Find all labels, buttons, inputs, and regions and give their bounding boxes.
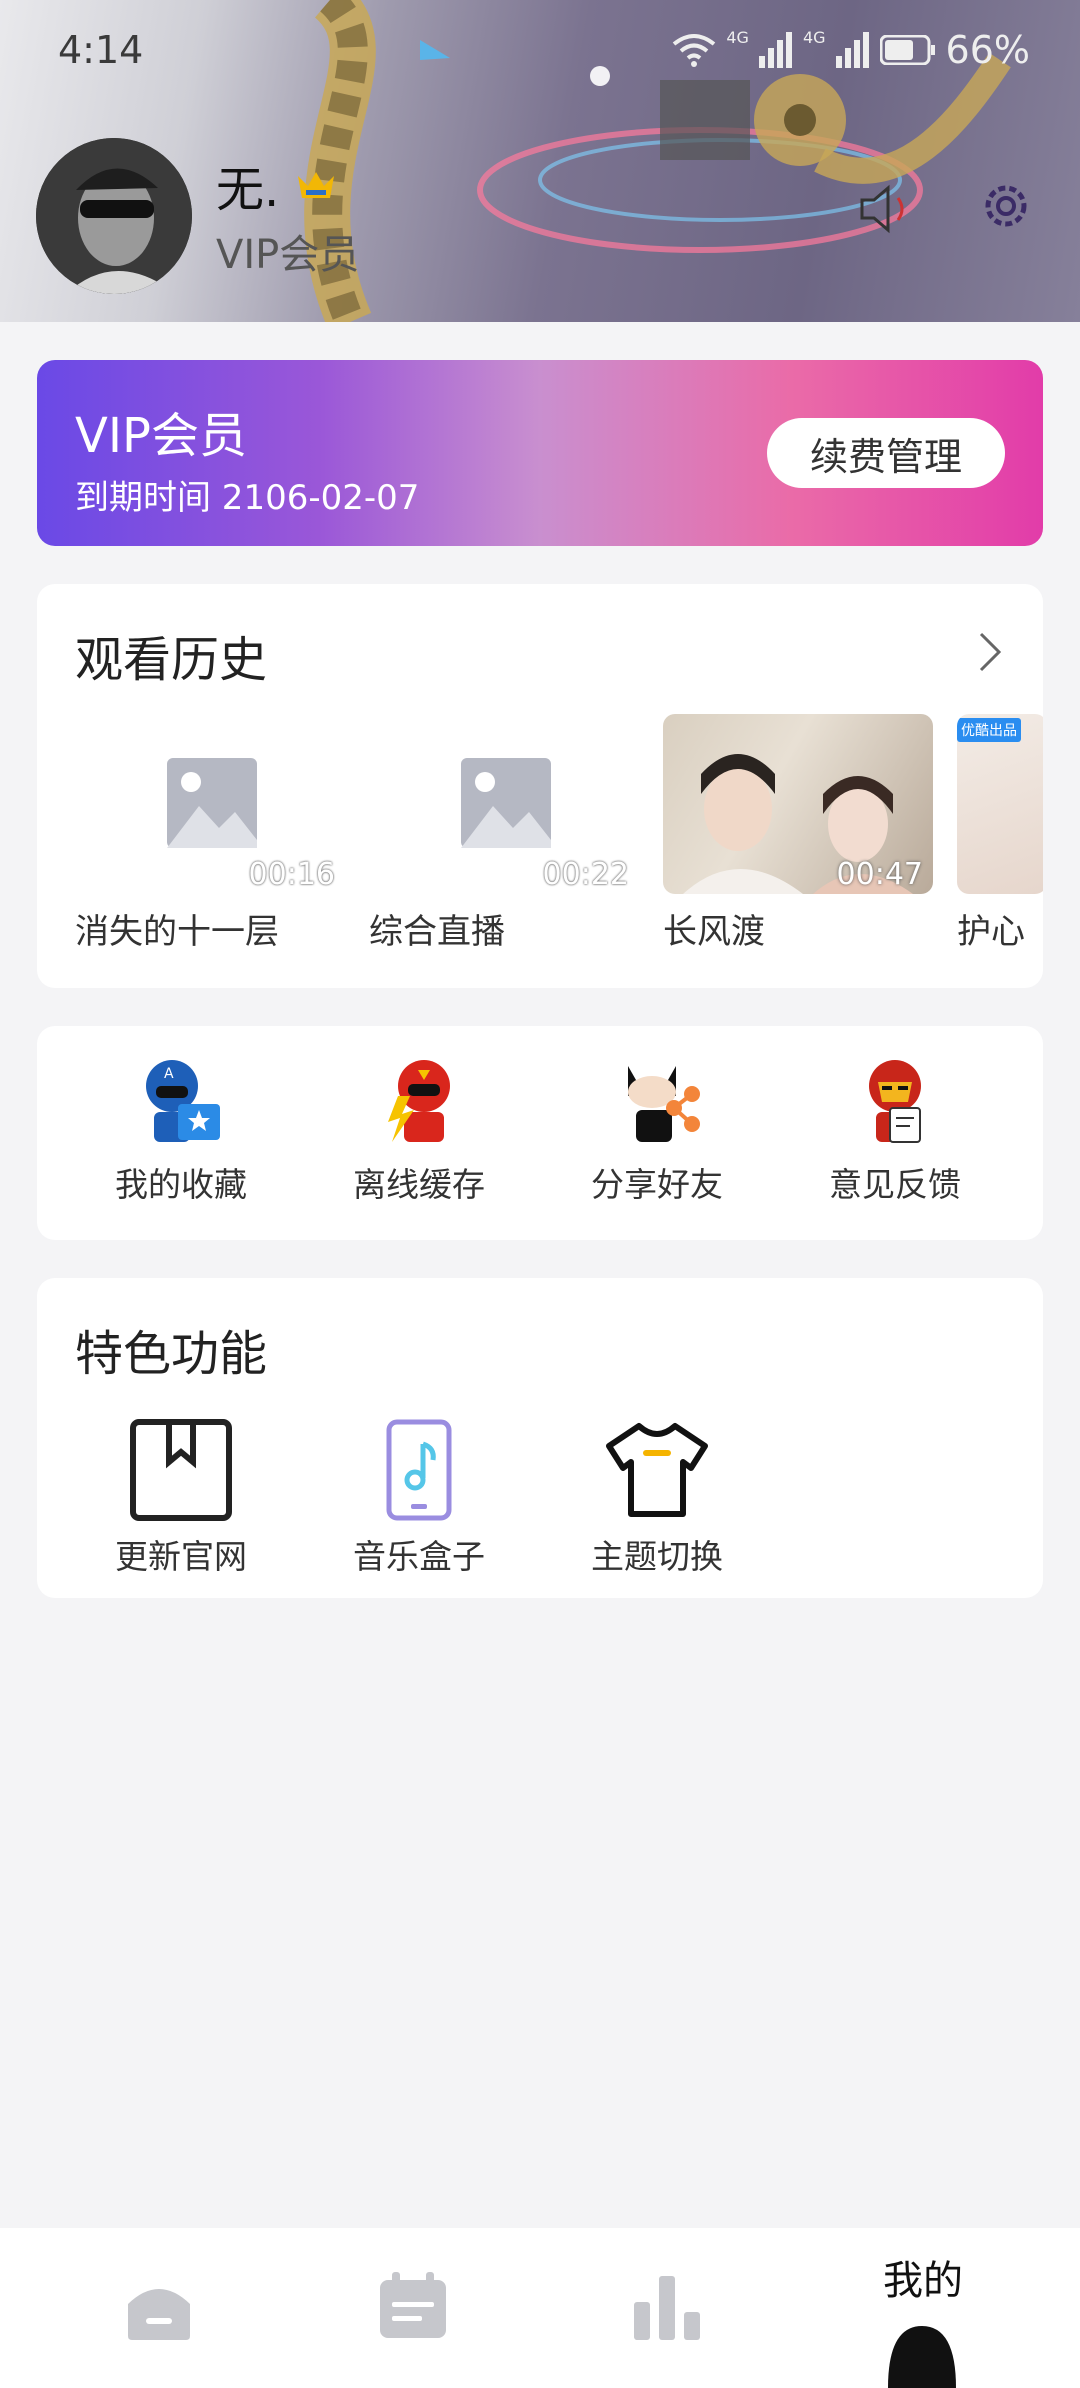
feature-label: 更新官网 xyxy=(115,1537,247,1576)
chart-icon xyxy=(634,2276,700,2340)
battery-icon xyxy=(879,35,935,65)
theme-switch-button[interactable]: 主题切换 xyxy=(557,1418,757,1578)
quick-action-label: 分享好友 xyxy=(591,1165,723,1204)
nav-mine[interactable]: 我的 xyxy=(788,2228,1058,2388)
history-thumbnail: 优酷出品 xyxy=(957,714,1043,894)
history-item-title: 长风渡 xyxy=(663,912,765,952)
phone-music-icon xyxy=(386,1419,452,1521)
features-title: 特色功能 xyxy=(75,1326,268,1382)
favorites-button[interactable]: A 我的收藏 xyxy=(81,1056,281,1206)
image-placeholder-icon xyxy=(167,758,257,848)
iron-man-icon xyxy=(869,1060,921,1143)
history-item[interactable]: 00:16 消失的十一层 xyxy=(75,714,360,953)
battery-percent: 66% xyxy=(945,28,1030,72)
history-item[interactable]: 优酷出品 护心 xyxy=(957,714,1043,953)
bottom-nav: 我的 xyxy=(0,2228,1080,2388)
history-duration: 00:16 xyxy=(248,857,335,892)
offline-cache-button[interactable]: 离线缓存 xyxy=(319,1056,519,1206)
network-type-2: 4G xyxy=(802,28,826,47)
share-hero-icon xyxy=(628,1066,700,1142)
feedback-button[interactable]: 意见反馈 xyxy=(795,1056,995,1206)
history-item-title: 综合直播 xyxy=(369,912,505,952)
history-item-title: 消失的十一层 xyxy=(75,912,279,952)
quick-action-label: 离线缓存 xyxy=(353,1165,485,1204)
nav-rankings[interactable] xyxy=(530,2228,800,2388)
update-website-button[interactable]: 更新官网 xyxy=(81,1418,281,1578)
history-duration: 00:22 xyxy=(542,857,629,892)
network-type-1: 4G xyxy=(726,28,749,47)
history-badge: 优酷出品 xyxy=(957,718,1021,742)
captain-america-icon: A xyxy=(146,1060,220,1142)
profile-header: 4:14 4G 4G 66% 无. VIP会员 xyxy=(0,0,1080,322)
quick-action-label: 意见反馈 xyxy=(829,1165,961,1204)
status-bar: 4:14 4G 4G 66% xyxy=(58,28,1030,78)
music-box-button[interactable]: 音乐盒子 xyxy=(319,1418,519,1578)
calendar-icon xyxy=(380,2272,446,2338)
share-friends-button[interactable]: 分享好友 xyxy=(557,1056,757,1206)
chevron-right-icon[interactable] xyxy=(975,630,1005,674)
feature-label: 主题切换 xyxy=(591,1537,723,1576)
history-card: 观看历史 00:16 消失的十一层 00:22 综合直播 00:47 长风渡 优… xyxy=(37,584,1043,988)
quick-actions-card: A 我的收藏 离线缓存 分享好友 意见反馈 xyxy=(37,1026,1043,1240)
renew-button[interactable]: 续费管理 xyxy=(767,418,1005,488)
history-title: 观看历史 xyxy=(75,632,268,688)
image-placeholder-icon xyxy=(461,758,551,848)
signal-icon xyxy=(758,32,792,68)
tshirt-icon xyxy=(606,1423,708,1517)
history-thumbnail: 00:22 xyxy=(369,714,639,894)
bookmark-icon xyxy=(130,1419,232,1521)
vip-title: VIP会员 xyxy=(75,408,247,464)
wifi-icon xyxy=(673,34,716,67)
avatar[interactable] xyxy=(36,138,192,294)
nav-mine-label: 我的 xyxy=(883,2258,963,2304)
speaker-icon[interactable] xyxy=(858,184,918,234)
history-item[interactable]: 00:22 综合直播 xyxy=(369,714,654,953)
svg-text:A: A xyxy=(164,1066,174,1082)
avatar-image xyxy=(36,138,192,294)
features-card: 特色功能 更新官网 音乐盒子 主题切换 xyxy=(37,1278,1043,1598)
vip-card: VIP会员 到期时间 2106-02-07 续费管理 xyxy=(37,360,1043,546)
status-right: 4G 4G 66% xyxy=(672,28,1030,72)
feature-label: 音乐盒子 xyxy=(353,1537,485,1576)
history-item-title: 护心 xyxy=(957,912,1025,952)
flash-hero-icon xyxy=(388,1060,450,1142)
nav-home[interactable] xyxy=(22,2228,292,2388)
user-name: 无. xyxy=(216,162,280,218)
history-thumbnail: 00:16 xyxy=(75,714,345,894)
history-thumbnail: 00:47 xyxy=(663,714,933,894)
history-duration: 00:47 xyxy=(836,857,923,892)
nav-schedule[interactable] xyxy=(276,2228,546,2388)
gear-icon[interactable] xyxy=(978,178,1034,234)
quick-action-label: 我的收藏 xyxy=(115,1165,247,1204)
profile-icon xyxy=(888,2326,956,2388)
history-item[interactable]: 00:47 长风渡 xyxy=(663,714,948,953)
user-level: VIP会员 xyxy=(216,232,360,278)
vip-expiry: 到期时间 2106-02-07 xyxy=(75,478,420,518)
status-time: 4:14 xyxy=(58,28,144,72)
crown-icon xyxy=(298,172,334,198)
home-icon xyxy=(128,2289,190,2340)
signal-icon-2 xyxy=(835,32,869,68)
